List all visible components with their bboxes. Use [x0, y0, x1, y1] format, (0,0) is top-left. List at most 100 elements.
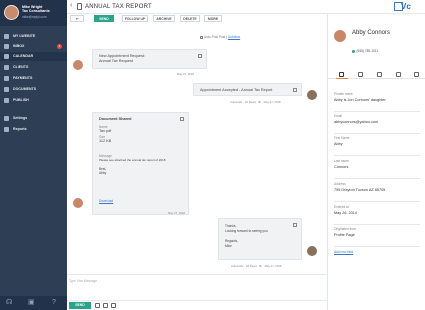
- calendar-icon[interactable]: [95, 303, 100, 308]
- sidebar-item-website[interactable]: MY LWEBITE: [0, 32, 67, 41]
- message-timestamp: Automatic · 2d Read · 8h · May 27, 2018: [231, 264, 282, 268]
- sidebar-item-documents[interactable]: DOCUMENTS: [0, 85, 67, 94]
- contact-phone[interactable]: (555) 789-1011: [352, 49, 378, 53]
- file-size: 112 KB: [99, 139, 112, 143]
- contact-phone-number: (555) 789-1011: [356, 49, 379, 53]
- contact-field-entered-at[interactable]: Entered at May 26, 2014: [334, 205, 420, 225]
- message-timestamp: May 27, 2018: [168, 211, 185, 215]
- contact-field-notes[interactable]: Private notes Abby is Jon Connors' daugh…: [334, 92, 420, 112]
- contact-field-originated-from[interactable]: Originated from Profile Page: [334, 227, 420, 247]
- add-field-link[interactable]: Add new field: [334, 250, 353, 254]
- sidebar-item-label: PAYMENTS: [13, 76, 33, 80]
- globe-icon: [4, 34, 9, 39]
- checkbox-icon[interactable]: [200, 35, 203, 39]
- sidebar-item-publish[interactable]: PUBLISH: [0, 96, 67, 105]
- attachment-icon[interactable]: [103, 303, 108, 308]
- user-email: mike@mpfyi.com: [22, 15, 47, 19]
- back-arrow-icon[interactable]: ‹: [70, 2, 72, 9]
- support-icon[interactable]: ☊: [6, 299, 12, 307]
- message-timestamp: May 27, 2018: [177, 72, 194, 76]
- delete-button[interactable]: DELETE: [180, 15, 200, 22]
- archive-button[interactable]: ARCHIVE: [153, 15, 175, 22]
- field-value: May 26, 2014: [334, 211, 358, 215]
- conversation-thread: Auto-Post Post | Unfollow New Appointmen…: [67, 24, 327, 274]
- calendar-icon: [198, 54, 202, 58]
- sidebar: Mike Wright Tax Consultants mike@mpfyi.c…: [0, 0, 67, 310]
- help-icon[interactable]: ?: [52, 299, 56, 307]
- contact-field-last-name[interactable]: Last name Connors: [334, 159, 420, 179]
- field-label: First Name: [334, 136, 350, 140]
- field-label: Address: [334, 182, 346, 186]
- contact-panel: Abby Connors (555) 789-1011 Private note…: [327, 14, 425, 310]
- sidebar-item-payments[interactable]: PAYMENTS: [0, 74, 67, 83]
- active-tab-indicator: [336, 78, 348, 79]
- sidebar-item-label: MY LWEBITE: [13, 34, 36, 38]
- screen-icon[interactable]: ▣: [28, 299, 35, 307]
- sidebar-item-label: CLIENTS: [13, 65, 29, 69]
- follow-up-button[interactable]: FOLLOW UP: [122, 15, 148, 22]
- document-shared-card[interactable]: Document Shared Name Tax.pdf Size 112 KB…: [92, 112, 189, 215]
- message-bubble[interactable]: Appointment Accepted - Annual Tax Report: [193, 83, 302, 96]
- tab-notes-icon[interactable]: [414, 72, 419, 77]
- field-label: Entered at: [334, 205, 349, 209]
- contact-field-first-name[interactable]: First Name Abby: [334, 136, 420, 156]
- tab-calendar-icon[interactable]: [358, 72, 363, 77]
- sidebar-item-inbox[interactable]: INBOX 2: [0, 42, 67, 51]
- more-button[interactable]: MORE: [204, 15, 222, 22]
- field-value: Abby is Jon Connors' daughter: [334, 98, 386, 102]
- tab-payments-icon[interactable]: [377, 72, 382, 77]
- calendar-icon: [293, 88, 297, 92]
- contact-avatar: [73, 198, 83, 208]
- field-value: Profile Page: [334, 233, 355, 237]
- message-input[interactable]: Type Your Message: [69, 279, 97, 283]
- contact-name: Abby Connors: [352, 30, 391, 36]
- contact-field-email[interactable]: Email abbyconnors@yahoo.com: [334, 114, 420, 134]
- field-value: 795 Drayton Tucson AZ 85705: [334, 188, 386, 192]
- sidebar-item-calendar[interactable]: CALENDAR: [0, 52, 67, 61]
- field-value: abbyconnors@yahoo.com: [334, 120, 379, 124]
- contact-field-address[interactable]: Address 795 Drayton Tucson AZ 85705: [334, 182, 420, 202]
- file-name: Tax.pdf: [99, 129, 112, 133]
- composer-toolbar: SEND: [67, 300, 327, 310]
- unfollow-link[interactable]: Unfollow: [228, 35, 240, 39]
- sidebar-item-label: Reports: [13, 127, 27, 131]
- reply-button[interactable]: ↩: [70, 15, 84, 22]
- sidebar-item-reports[interactable]: Reports: [0, 125, 67, 134]
- inbox-icon: [4, 44, 9, 49]
- composer-send-button[interactable]: SEND: [69, 302, 91, 309]
- field-value: Abby: [334, 142, 343, 146]
- message-signature: Abby: [99, 171, 107, 175]
- message-timestamp: Automatic · 2d Read · 8h · May 27, 2018: [230, 100, 281, 104]
- file-icon: [180, 117, 184, 121]
- field-label: Email: [334, 114, 342, 118]
- tab-documents-icon[interactable]: [396, 72, 401, 77]
- user-name: Mike Wright Tax Consultants: [22, 5, 50, 13]
- publish-icon: [4, 98, 9, 103]
- credit-card-icon: [4, 76, 9, 81]
- message-text: Please see attached the annual tax repor…: [99, 158, 167, 162]
- message-bubble[interactable]: Thanks, Looking forward to seeing you. R…: [218, 218, 302, 260]
- sidebar-item-label: INBOX: [13, 44, 25, 48]
- message-text: Annual Tax Request: [99, 59, 133, 63]
- autopost-label: Auto-Post Post |: [204, 35, 228, 39]
- document-icon: [77, 3, 82, 10]
- field-label: Originated from: [334, 227, 356, 231]
- download-link[interactable]: Download: [99, 199, 113, 204]
- autopost-toggle[interactable]: Auto-Post Post | Unfollow: [200, 35, 240, 39]
- document-icon[interactable]: [111, 303, 116, 308]
- sidebar-item-label: Settings: [13, 116, 28, 120]
- message-composer: Type Your Message SEND: [67, 274, 327, 310]
- user-profile[interactable]: Mike Wright Tax Consultants mike@mpfyi.c…: [0, 0, 67, 26]
- contact-tabs: [328, 70, 425, 79]
- card-title: Document Shared: [99, 117, 132, 121]
- sidebar-item-settings[interactable]: Settings: [0, 114, 67, 123]
- sidebar-item-label: DOCUMENTS: [13, 87, 37, 91]
- message-bubble[interactable]: New Appointment Request: Annual Tax Requ…: [92, 49, 207, 69]
- send-button[interactable]: SEND: [94, 15, 114, 22]
- field-value: Connors: [334, 165, 349, 169]
- page-title: ANNUAL TAX REPORT: [85, 4, 152, 10]
- sidebar-item-label: PUBLISH: [13, 98, 29, 102]
- users-icon: [4, 65, 9, 70]
- tab-info-icon[interactable]: [339, 72, 344, 77]
- sidebar-item-clients[interactable]: CLIENTS: [0, 63, 67, 72]
